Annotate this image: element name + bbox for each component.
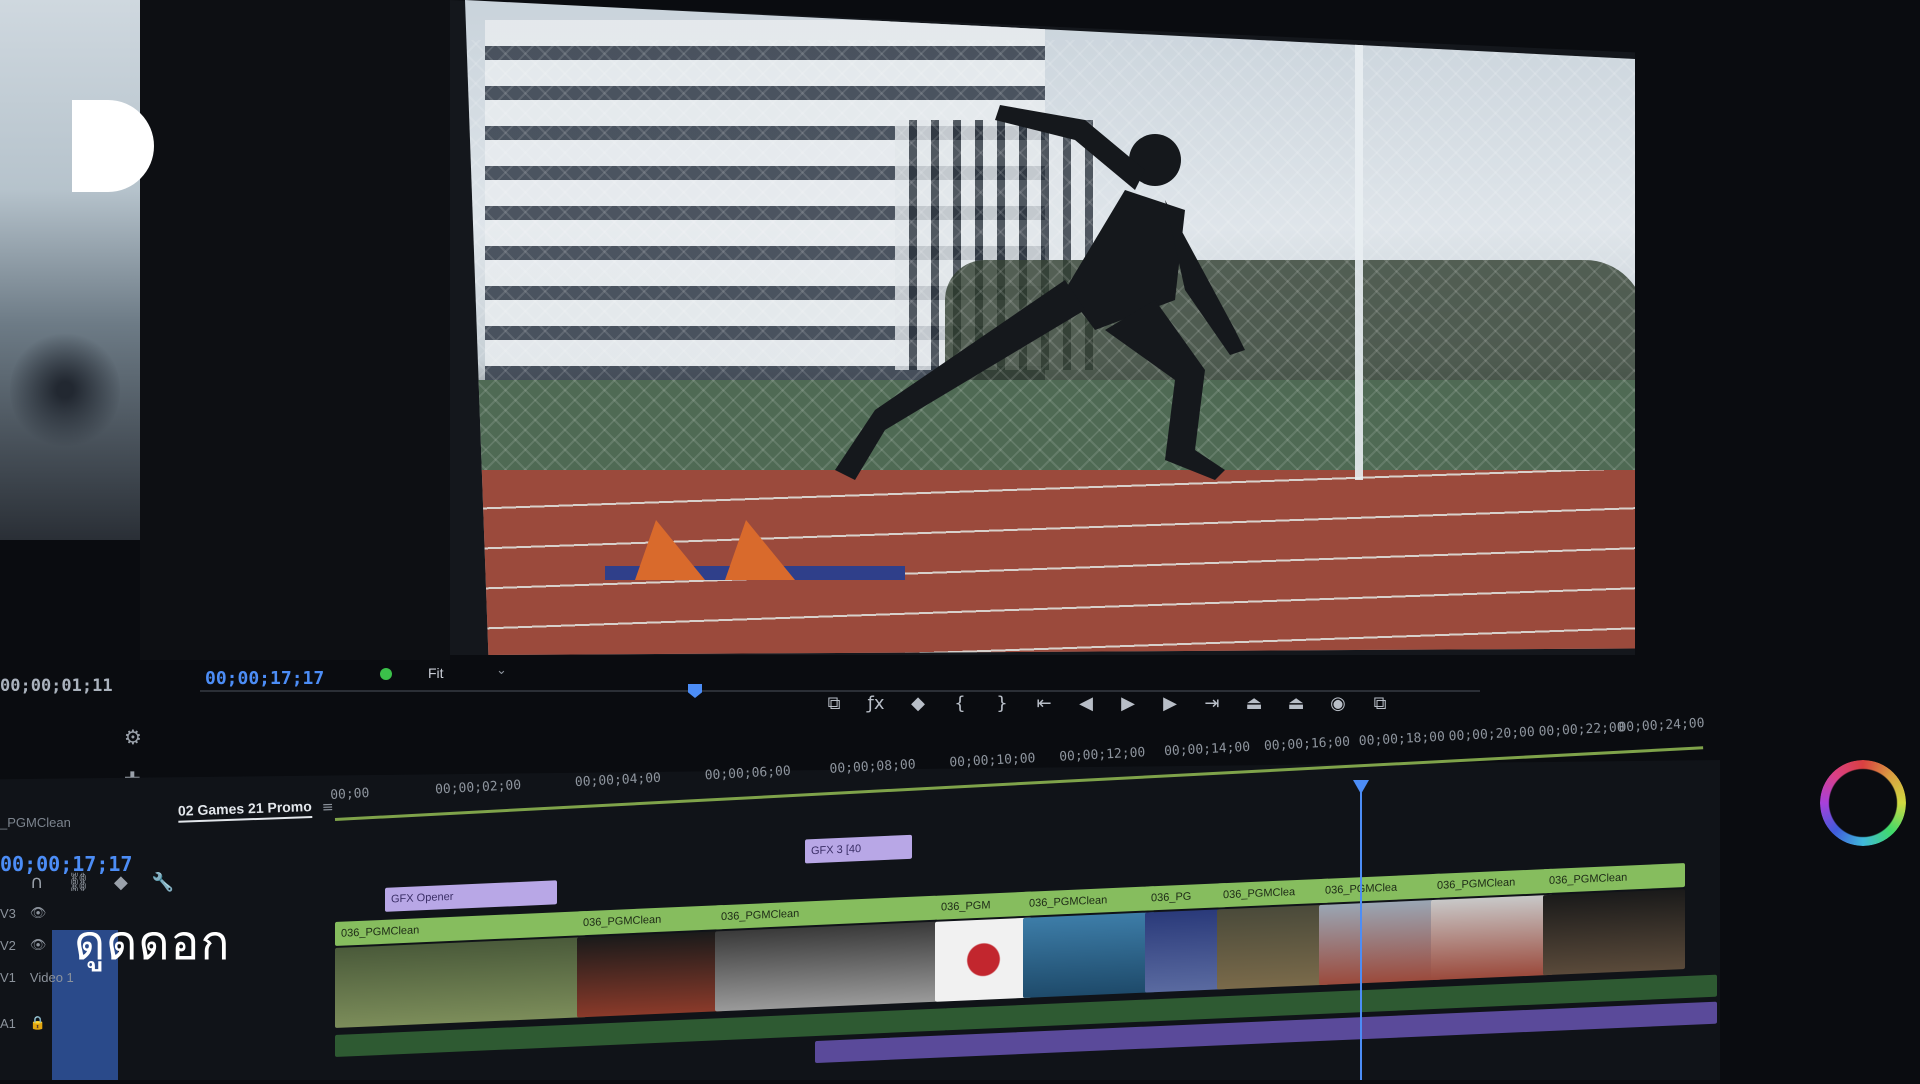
panel-divider (140, 0, 450, 660)
ruler-label: 00;00;12;00 (1058, 745, 1146, 765)
project-panel-label: _PGMClean (0, 815, 71, 830)
go-to-in-icon[interactable]: ⇤ (1030, 690, 1058, 718)
brand-caption: ดูดดอก (74, 915, 231, 971)
clip-thumbnail[interactable] (335, 936, 587, 1028)
timeline-clip[interactable]: 036_PGMClea (1319, 873, 1441, 904)
clip-thumbnail[interactable] (1145, 909, 1227, 993)
ruler-label: 00;00;04;00 (574, 770, 662, 791)
clip-thumbnail[interactable] (1431, 894, 1553, 981)
timeline-clip[interactable]: 036_PGMClean (577, 905, 724, 936)
timeline-tools: ∩ ⛓ ◆ 🔧 (30, 872, 174, 893)
track-name: A1 (0, 1015, 16, 1031)
track-header[interactable]: A1 🔒 (0, 1010, 330, 1036)
track-name: V3 (0, 905, 16, 921)
timeline-clip[interactable]: 036_PGMClean (1431, 868, 1553, 899)
linked-selection-icon[interactable]: ⛓ (67, 872, 90, 893)
eye-icon[interactable]: 👁 (30, 937, 47, 953)
program-timecode[interactable]: 00;00;17;17 (205, 668, 324, 689)
ruler-label: 00;00;10;00 (949, 751, 1036, 771)
ruler-label: 00;00;02;00 (434, 778, 522, 798)
ruler-label: 00;00;06;00 (704, 763, 792, 784)
export-frame-icon[interactable]: ⧉ (820, 690, 848, 718)
ruler-label: 00;00;14;00 (1163, 739, 1251, 760)
source-monitor (0, 0, 140, 540)
mark-out-icon[interactable]: } (988, 690, 1016, 718)
sprinter-figure (835, 105, 1245, 480)
status-indicator (380, 668, 392, 680)
step-forward-icon[interactable]: ▶ (1156, 690, 1184, 718)
extract-icon[interactable]: ⏏ (1282, 690, 1310, 718)
chevron-down-icon[interactable]: ⌄ (496, 663, 507, 678)
add-marker-icon[interactable]: ◆ (114, 872, 128, 893)
clip-thumbnail[interactable] (577, 931, 724, 1018)
transport-controls: ⧉ ƒx ◆ { } ⇤ ◀ ▶ ▶ ⇥ ⏏ ⏏ ◉ ⧉ (820, 690, 1394, 718)
go-to-out-icon[interactable]: ⇥ (1198, 690, 1226, 718)
track-name: V2 (0, 937, 16, 953)
timeline-clip[interactable]: 036_PG (1145, 883, 1227, 911)
timeline-playhead[interactable] (1360, 780, 1362, 1080)
goal-post (1355, 40, 1363, 480)
clip-thumbnail[interactable] (1023, 912, 1155, 998)
clip-thumbnail[interactable] (935, 917, 1032, 1002)
ruler-label: 00;00;16;00 (1263, 734, 1351, 755)
color-wheel-icon[interactable] (1820, 760, 1906, 846)
clip-thumbnail[interactable] (1543, 889, 1685, 976)
clip-thumbnail[interactable] (715, 921, 937, 1012)
ruler-label: 00;00;18;00 (1358, 729, 1446, 750)
timeline-clip[interactable]: 036_PGMClean (1023, 886, 1155, 916)
track-name: V1 (0, 969, 16, 985)
mark-in-icon[interactable]: { (946, 690, 974, 718)
ruler-label: 00;00 (329, 785, 370, 803)
timeline-clip[interactable]: 036_PGMClean (1543, 863, 1685, 894)
settings-icon[interactable]: ⚙ (124, 725, 142, 749)
ruler-label: 00;00;24;00 (1618, 715, 1705, 736)
ruler-label: 00;00;20;00 (1448, 724, 1536, 745)
play-icon[interactable]: ▶ (1114, 690, 1142, 718)
fx-icon[interactable]: ƒx (862, 690, 890, 718)
program-playhead[interactable] (688, 684, 702, 698)
ruler-label: 00;00;08;00 (829, 757, 916, 777)
timeline-clip[interactable]: 036_PGM (935, 891, 1032, 920)
clip-thumbnail[interactable] (1319, 899, 1441, 986)
ruler-label: 00;00;22;00 (1538, 720, 1625, 740)
marker-icon[interactable]: ◆ (904, 690, 932, 718)
wrench-icon[interactable]: 🔧 (152, 872, 174, 893)
source-timecode[interactable]: 00;00;01;11 (0, 676, 113, 696)
program-monitor-video (465, 0, 1635, 655)
lock-icon[interactable]: 🔒 (30, 1015, 46, 1031)
clip-thumbnail[interactable] (1217, 904, 1329, 990)
eye-icon[interactable]: 👁 (30, 905, 47, 921)
lift-icon[interactable]: ⏏ (1240, 690, 1268, 718)
step-back-icon[interactable]: ◀ (1072, 690, 1100, 718)
track-label: Video 1 (29, 969, 74, 985)
timeline-clip[interactable]: GFX Opener (385, 880, 557, 912)
snap-icon[interactable]: ∩ (30, 872, 43, 893)
camera-icon[interactable]: ◉ (1324, 690, 1352, 718)
zoom-fit-label[interactable]: Fit (428, 665, 444, 681)
timeline-clip[interactable]: GFX 3 [40 (805, 834, 912, 864)
timeline-clip[interactable]: 036_PGMClea (1217, 878, 1329, 908)
